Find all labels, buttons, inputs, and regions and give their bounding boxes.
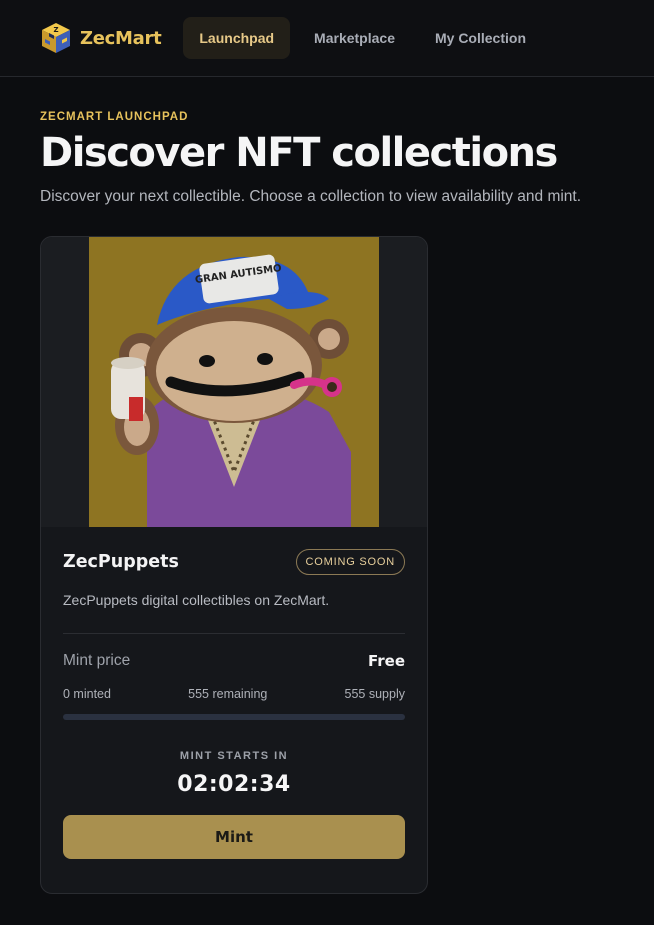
remaining-count: 555 remaining: [188, 687, 268, 701]
nav-launchpad[interactable]: Launchpad: [183, 17, 291, 59]
svg-text:Z: Z: [53, 26, 58, 34]
mint-progress-bar: [63, 714, 405, 720]
mint-button[interactable]: Mint: [63, 815, 405, 859]
top-navbar: Z ZecMart Launchpad Marketplace My Colle…: [0, 0, 654, 77]
supply-stats: 0 minted 555 remaining 555 supply: [63, 687, 405, 701]
collection-image-frame: GRAN AUTISMO: [41, 237, 427, 527]
page-eyebrow: ZECMART LAUNCHPAD: [40, 111, 189, 123]
brand-logo[interactable]: Z ZecMart: [40, 21, 162, 55]
collection-card[interactable]: GRAN AUTISMO ZecPuppets COMING SOON ZecP…: [40, 236, 428, 894]
minted-count: 0 minted: [63, 687, 111, 701]
collection-description: ZecPuppets digital collectibles on ZecMa…: [63, 592, 330, 608]
page-subtitle: Discover your next collectible. Choose a…: [40, 188, 582, 205]
price-row: Mint price Free: [63, 652, 405, 670]
price-value: Free: [367, 652, 405, 670]
collection-card-body: ZecPuppets COMING SOON ZecPuppets digita…: [41, 527, 427, 859]
nav-my-collection[interactable]: My Collection: [419, 17, 542, 59]
nav-marketplace[interactable]: Marketplace: [298, 17, 411, 59]
main-nav: Launchpad Marketplace My Collection: [183, 17, 542, 59]
monkey-puppet-artwork[interactable]: GRAN AUTISMO: [89, 237, 379, 527]
status-badge: COMING SOON: [295, 549, 405, 575]
divider: [63, 633, 405, 634]
collection-name[interactable]: ZecPuppets: [63, 552, 179, 572]
page-title: Discover NFT collections: [40, 130, 558, 176]
main-content: ZECMART LAUNCHPAD Discover NFT collectio…: [0, 77, 654, 894]
supply-count: 555 supply: [344, 687, 405, 701]
brand-name: ZecMart: [80, 27, 162, 49]
collection-header: ZecPuppets COMING SOON: [63, 549, 405, 575]
zec-cube-logo-icon: Z: [42, 23, 70, 53]
mint-countdown: 02:02:34: [177, 772, 291, 797]
mint-starts-label: MINT STARTS IN: [179, 750, 289, 762]
price-label: Mint price: [63, 652, 131, 669]
